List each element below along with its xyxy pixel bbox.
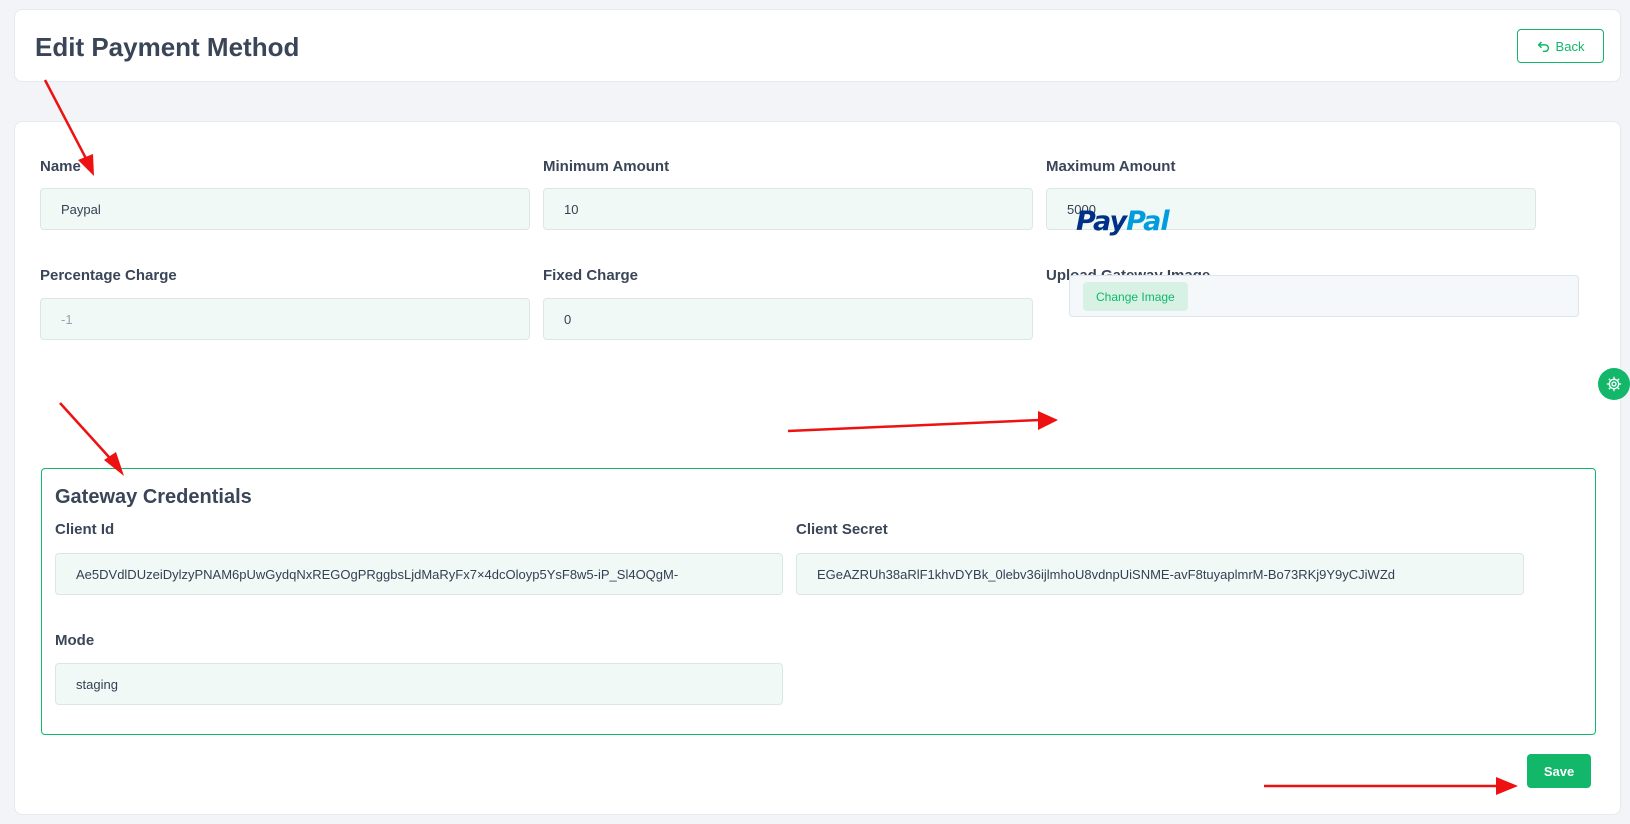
back-button[interactable]: Back [1517,29,1604,63]
name-input[interactable]: Paypal [40,188,530,230]
header-card: Edit Payment Method Back [14,9,1621,82]
max-amount-label: Maximum Amount [1046,158,1176,175]
save-button[interactable]: Save [1527,754,1591,788]
paypal-logo-pal: Pal [1126,206,1170,237]
fixed-charge-input[interactable]: 0 [543,298,1033,340]
form-card: Name Paypal Minimum Amount 10 Maximum Am… [14,121,1621,815]
gear-icon [1606,376,1622,392]
mode-label: Mode [55,632,95,649]
image-upload-field[interactable]: Change Image [1069,275,1579,317]
min-amount-label: Minimum Amount [543,158,670,175]
min-amount-input[interactable]: 10 [543,188,1033,230]
client-id-label: Client Id [55,521,115,538]
page-title: Edit Payment Method [35,32,300,62]
credentials-title: Gateway Credentials [55,486,252,508]
settings-gear-button[interactable] [1598,368,1630,400]
paypal-logo-pay: Pay [1076,206,1127,237]
gateway-credentials-box: Gateway Credentials Client Id Ae5DVdlDUz… [41,468,1596,735]
name-label: Name [40,158,81,175]
client-secret-label: Client Secret [796,521,888,538]
back-button-label: Back [1555,38,1585,54]
paypal-logo: PayPal [1076,206,1170,237]
client-secret-input[interactable]: EGeAZRUh38aRlF1khvDYBk_0lebv36ijlmhoU8vd… [796,553,1524,595]
client-id-input[interactable]: Ae5DVdlDUzeiDylzyPNAM6pUwGydqNxREGOgPRgg… [55,553,783,595]
change-image-button[interactable]: Change Image [1083,282,1188,311]
fixed-charge-label: Fixed Charge [543,267,639,284]
percentage-charge-input[interactable]: -1 [40,298,530,340]
mode-input[interactable]: staging [55,663,783,705]
undo-arrow-icon [1537,41,1549,52]
percentage-charge-label: Percentage Charge [40,267,177,284]
